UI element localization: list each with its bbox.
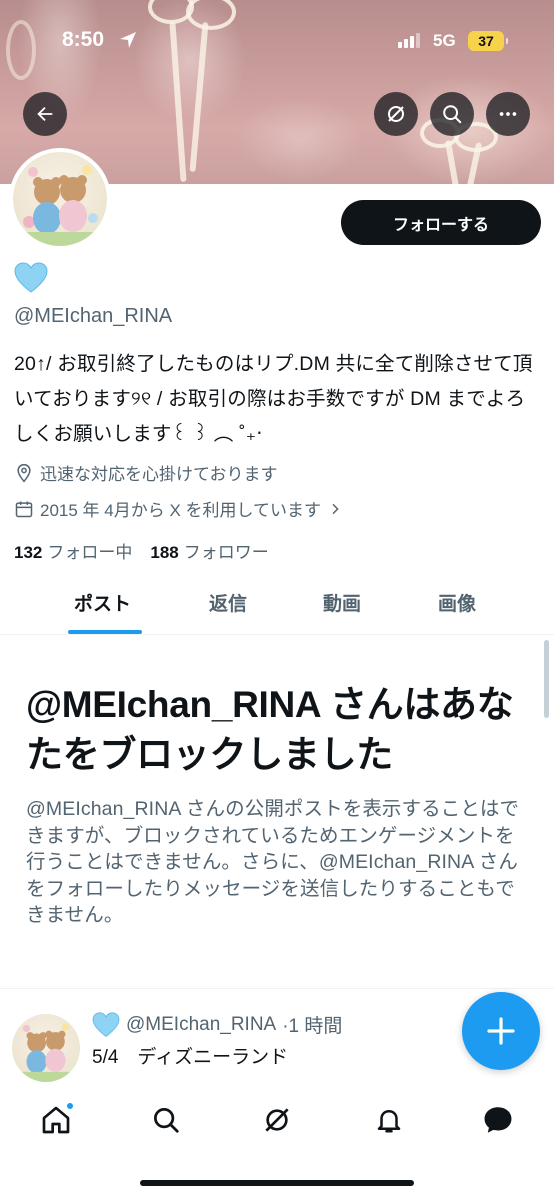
profile-avatar[interactable]: [9, 148, 111, 250]
tab-posts[interactable]: ポスト: [74, 589, 131, 616]
profile-joined[interactable]: 2015 年 4月から X を利用しています: [14, 496, 343, 521]
follow-counts: 132 フォロー中 188 フォロワー: [14, 538, 269, 563]
network-type: 5G: [433, 31, 456, 50]
active-tab-indicator: [68, 630, 142, 634]
avatar-image: [13, 165, 107, 246]
avatar-image: [12, 1023, 80, 1082]
scrollbar[interactable]: [544, 640, 549, 718]
search-button[interactable]: [430, 92, 474, 136]
following-link[interactable]: 132 フォロー中: [14, 538, 132, 563]
location-pin-icon: [17, 463, 31, 482]
tab-images[interactable]: 画像: [438, 589, 476, 616]
status-time: 8:50: [62, 28, 105, 51]
profile-bio: 20↑/ お取引終了したものはリプ.DM 共に全て削除させて頂いております୨୧ …: [14, 353, 533, 445]
tweet-handle[interactable]: @MEIchan_RINA: [126, 1014, 276, 1036]
search-icon: [154, 1108, 179, 1133]
bell-icon: [377, 1110, 401, 1133]
home-notification-dot: [66, 1102, 74, 1110]
back-button[interactable]: [23, 92, 67, 136]
profile-location: 迅速な対応を心掛けております: [14, 460, 278, 485]
followers-label: フォロワー: [183, 543, 269, 562]
following-label: フォロー中: [47, 543, 133, 562]
location-services-icon: [120, 32, 136, 48]
more-icon: [499, 112, 517, 116]
tweet-header: @MEIchan_RINA ·1 時間: [92, 1011, 342, 1038]
battery-indicator: 37: [468, 31, 508, 51]
blocked-description: @MEIchan_RINA さんの公開ポストを表示することはできますが、ブロック…: [26, 798, 520, 926]
home-indicator[interactable]: [140, 1180, 414, 1186]
profile-tabs: ポスト 返信 動画 画像: [0, 575, 554, 635]
plus-icon: [487, 1017, 515, 1045]
nav-notifications[interactable]: [369, 1100, 409, 1140]
nav-messages[interactable]: [478, 1100, 518, 1140]
followers-link[interactable]: 188 フォロワー: [150, 538, 268, 563]
followers-count: 188: [150, 543, 179, 562]
blocked-title: @MEIchan_RINA さんはあなたをブロックしました: [26, 684, 514, 775]
compose-button[interactable]: [462, 992, 540, 1070]
signal-icon: [398, 33, 420, 48]
grok-button[interactable]: [374, 92, 418, 136]
light-blue-heart-icon: [14, 262, 48, 293]
tab-videos[interactable]: 動画: [323, 589, 361, 616]
message-icon: [484, 1107, 512, 1133]
more-button[interactable]: [486, 92, 530, 136]
location-text: 迅速な対応を心掛けております: [40, 465, 278, 484]
divider: [0, 988, 554, 989]
nav-home[interactable]: [36, 1100, 76, 1140]
follow-button[interactable]: フォローする: [341, 200, 541, 245]
tweet-avatar[interactable]: [12, 1014, 80, 1082]
joined-text: 2015 年 4月から X を利用しています: [40, 501, 321, 520]
nav-grok[interactable]: [257, 1100, 297, 1140]
profile-handle: @MEIchan_RINA: [14, 305, 173, 327]
light-blue-heart-icon: [92, 1011, 120, 1037]
search-icon: [443, 105, 462, 124]
arrow-left-icon: [37, 106, 53, 122]
grok-icon: [265, 1108, 289, 1132]
following-count: 132: [14, 543, 43, 562]
tweet-text[interactable]: 5/4 ディズニーランド: [92, 1042, 288, 1069]
grok-icon: [388, 106, 404, 122]
nav-search[interactable]: [146, 1100, 186, 1140]
tab-replies[interactable]: 返信: [209, 589, 247, 616]
calendar-icon: [15, 501, 33, 517]
chevron-right-icon: [332, 503, 339, 514]
tweet-time: ·1 時間: [282, 1016, 343, 1037]
